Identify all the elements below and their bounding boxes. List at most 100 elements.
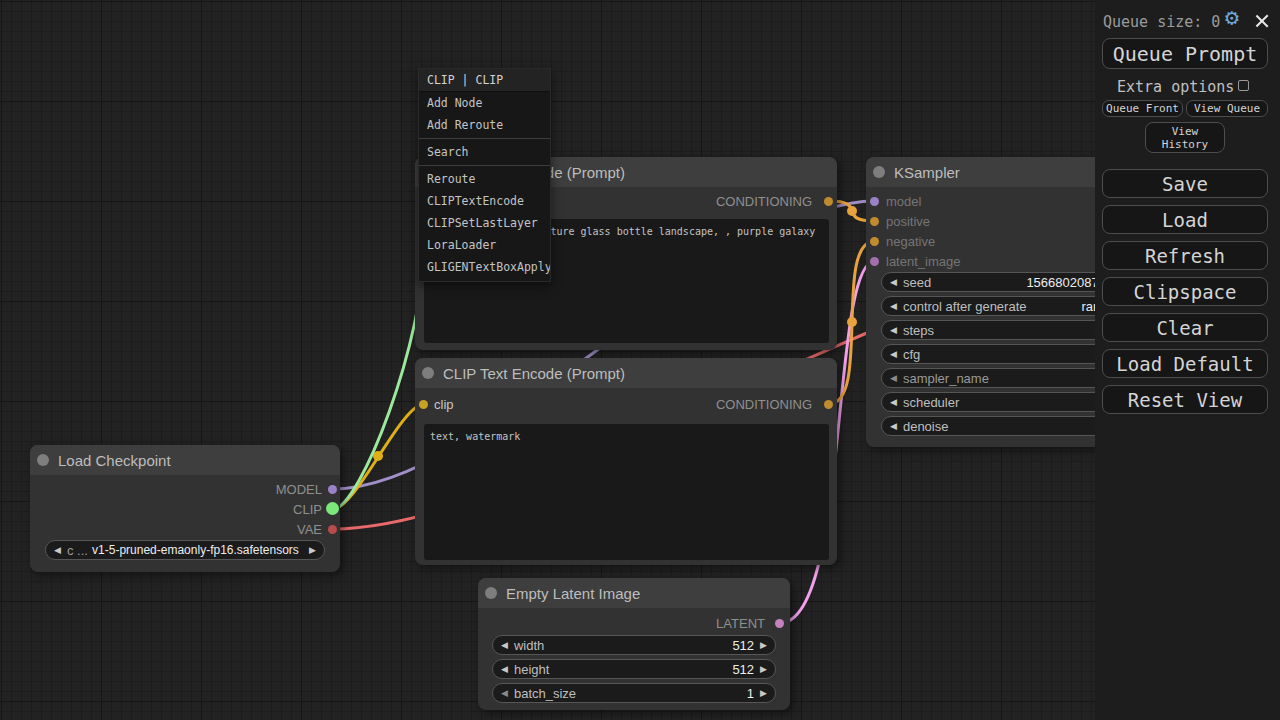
menu-item-search[interactable]: Search bbox=[419, 141, 550, 163]
node-clip-text-encode-2[interactable]: CLIP Text Encode (Prompt) clip CONDITION… bbox=[415, 358, 837, 565]
output-port-model[interactable] bbox=[328, 485, 337, 494]
collapse-dot-icon[interactable] bbox=[37, 454, 49, 466]
input-label-clip: clip bbox=[434, 397, 454, 412]
output-port-vae[interactable] bbox=[328, 525, 337, 534]
widget-value: 512 bbox=[544, 638, 754, 653]
left-arrow-icon[interactable]: ◀ bbox=[890, 320, 897, 340]
node-load-checkpoint-titlebar[interactable]: Load Checkpoint bbox=[30, 445, 340, 475]
input-port-clip[interactable] bbox=[419, 400, 428, 409]
prompt-textarea[interactable]: text, watermark bbox=[424, 424, 829, 560]
left-arrow-icon[interactable]: ◀ bbox=[890, 416, 897, 436]
output-label-vae: VAE bbox=[297, 522, 322, 537]
node-title: CLIP Text Encode (Prompt) bbox=[443, 365, 625, 382]
widget-label: steps bbox=[903, 323, 934, 338]
extra-options-label: Extra options bbox=[1117, 78, 1234, 96]
left-arrow-icon[interactable]: ◀ bbox=[501, 635, 508, 655]
collapse-dot-icon[interactable] bbox=[873, 166, 885, 178]
clipspace-button[interactable]: Clipspace bbox=[1102, 277, 1268, 306]
output-label-clip: CLIP bbox=[293, 502, 322, 517]
input-port-positive[interactable] bbox=[870, 217, 879, 226]
view-queue-button[interactable]: View Queue bbox=[1186, 100, 1268, 117]
output-port-conditioning[interactable] bbox=[824, 197, 833, 206]
node-clip2-titlebar[interactable]: CLIP Text Encode (Prompt) bbox=[415, 358, 837, 388]
menu-item-loraloader[interactable]: LoraLoader bbox=[419, 234, 550, 256]
view-history-line2: History bbox=[1162, 138, 1208, 151]
right-arrow-icon[interactable]: ▶ bbox=[309, 540, 316, 560]
view-history-line1: View bbox=[1172, 125, 1199, 138]
left-arrow-icon[interactable]: ◀ bbox=[890, 272, 897, 292]
input-label-negative: negative bbox=[886, 234, 935, 249]
menu-item-add-node[interactable]: Add Node bbox=[419, 92, 550, 114]
gear-icon[interactable]: ⚙ bbox=[1225, 4, 1239, 30]
left-arrow-icon[interactable]: ◀ bbox=[501, 659, 508, 679]
queue-front-button[interactable]: Queue Front bbox=[1102, 100, 1183, 117]
output-port-clip[interactable] bbox=[326, 502, 339, 515]
view-history-button[interactable]: View History bbox=[1145, 122, 1225, 153]
sidebar-menu: Queue size: 0 ⚙ Queue Prompt Extra optio… bbox=[1095, 0, 1280, 720]
wire-positive-dot[interactable] bbox=[847, 206, 857, 216]
load-default-button[interactable]: Load Default bbox=[1102, 349, 1268, 378]
right-arrow-icon[interactable]: ▶ bbox=[760, 683, 767, 703]
right-arrow-icon[interactable]: ▶ bbox=[760, 659, 767, 679]
node-title: Empty Latent Image bbox=[506, 585, 640, 602]
close-icon[interactable] bbox=[1255, 14, 1268, 27]
output-port-latent[interactable] bbox=[775, 619, 784, 628]
node-latent-titlebar[interactable]: Empty Latent Image bbox=[478, 578, 790, 608]
batch-size-widget[interactable]: ◀ batch_size 1 ▶ bbox=[492, 683, 776, 703]
node-title: Load Checkpoint bbox=[58, 452, 171, 469]
widget-label: height bbox=[514, 662, 549, 677]
right-arrow-icon[interactable]: ▶ bbox=[760, 635, 767, 655]
output-label-conditioning: CONDITIONING bbox=[716, 397, 812, 412]
wire-negative-dot[interactable] bbox=[847, 317, 857, 327]
input-label-positive: positive bbox=[886, 214, 930, 229]
left-arrow-icon[interactable]: ◀ bbox=[890, 368, 897, 388]
context-menu: CLIP | CLIP Add Node Add Reroute Search … bbox=[418, 68, 551, 282]
widget-label: width bbox=[514, 638, 544, 653]
left-arrow-icon[interactable]: ◀ bbox=[54, 540, 61, 560]
refresh-button[interactable]: Refresh bbox=[1102, 241, 1268, 270]
input-label-latent-image: latent_image bbox=[886, 254, 960, 269]
left-arrow-icon[interactable]: ◀ bbox=[890, 392, 897, 412]
save-button[interactable]: Save bbox=[1102, 169, 1268, 198]
reset-view-button[interactable]: Reset View bbox=[1102, 385, 1268, 414]
queue-prompt-button[interactable]: Queue Prompt bbox=[1102, 38, 1268, 69]
input-port-negative[interactable] bbox=[870, 237, 879, 246]
left-arrow-icon[interactable]: ◀ bbox=[890, 296, 897, 316]
output-port-conditioning[interactable] bbox=[824, 400, 833, 409]
comfyui-canvas: { "sidebar": { "queue_size": "Queue size… bbox=[0, 0, 1280, 720]
widget-label: seed bbox=[903, 275, 931, 290]
widget-label: batch_size bbox=[514, 686, 576, 701]
queue-size-label: Queue size: 0 bbox=[1103, 13, 1220, 31]
collapse-dot-icon[interactable] bbox=[485, 587, 497, 599]
input-port-latent-image[interactable] bbox=[870, 257, 879, 266]
menu-item-cliptextencode[interactable]: CLIPTextEncode bbox=[419, 190, 550, 212]
widget-label: denoise bbox=[903, 419, 949, 434]
menu-divider bbox=[419, 165, 550, 166]
widget-value: v1-5-pruned-emaonly-fp16.safetensors bbox=[88, 543, 303, 557]
node-empty-latent-image[interactable]: Empty Latent Image LATENT ◀ width 512 ▶ … bbox=[478, 578, 790, 710]
widget-label: control after generate bbox=[903, 299, 1027, 314]
menu-item-reroute[interactable]: Reroute bbox=[419, 168, 550, 190]
collapse-dot-icon[interactable] bbox=[422, 367, 434, 379]
height-widget[interactable]: ◀ height 512 ▶ bbox=[492, 659, 776, 679]
input-port-model[interactable] bbox=[870, 197, 879, 206]
widget-label: sampler_name bbox=[903, 371, 989, 386]
menu-item-gligentextboxapply[interactable]: GLIGENTextBoxApply bbox=[419, 256, 550, 278]
widget-label: scheduler bbox=[903, 395, 959, 410]
extra-options-checkbox[interactable] bbox=[1238, 80, 1249, 91]
widget-label: c ... bbox=[67, 543, 88, 558]
width-widget[interactable]: ◀ width 512 ▶ bbox=[492, 635, 776, 655]
input-label-model: model bbox=[886, 194, 921, 209]
menu-item-clipsetlastlayer[interactable]: CLIPSetLastLayer bbox=[419, 212, 550, 234]
menu-item-add-reroute[interactable]: Add Reroute bbox=[419, 114, 550, 136]
widget-value: 1 bbox=[576, 686, 754, 701]
widget-value: 512 bbox=[549, 662, 754, 677]
node-title: KSampler bbox=[894, 164, 960, 181]
clear-button[interactable]: Clear bbox=[1102, 313, 1268, 342]
output-label-latent: LATENT bbox=[716, 616, 765, 631]
node-load-checkpoint[interactable]: Load Checkpoint MODEL CLIP VAE ◀ c ... v… bbox=[30, 445, 340, 572]
left-arrow-icon[interactable]: ◀ bbox=[501, 683, 508, 703]
ckpt-name-widget[interactable]: ◀ c ... v1-5-pruned-emaonly-fp16.safeten… bbox=[45, 540, 325, 560]
load-button[interactable]: Load bbox=[1102, 205, 1268, 234]
left-arrow-icon[interactable]: ◀ bbox=[890, 344, 897, 364]
